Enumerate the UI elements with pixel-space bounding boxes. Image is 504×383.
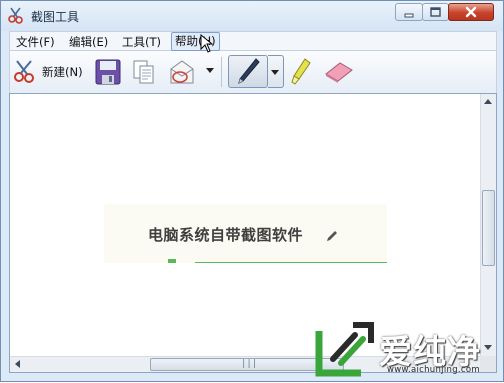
site-watermark: 爱纯净 www.aichunjing.com [307, 319, 504, 383]
new-snip-icon [14, 60, 34, 83]
menu-bar: 文件(F) 编辑(E) 工具(T) 帮助(H) [9, 31, 497, 51]
new-snip-label: 新建(N) [42, 65, 83, 79]
snipping-tool-window: 截图工具 文件(F) 编辑(E) 工具(T) 帮助(H) 新建(N) 电脑系统自… [0, 0, 504, 382]
eraser-icon[interactable] [322, 60, 356, 84]
maximize-icon [430, 7, 441, 17]
pen-dropdown-button[interactable] [268, 55, 284, 88]
maximize-button[interactable] [422, 3, 449, 21]
scroll-left-icon[interactable] [15, 360, 21, 369]
vertical-scrollbar[interactable] [480, 94, 496, 356]
toolbar: 新建(N) [9, 51, 497, 93]
watermark-logo [315, 322, 374, 377]
close-icon [465, 6, 477, 18]
menu-file[interactable]: 文件(F) [16, 34, 55, 50]
minimize-icon [404, 13, 414, 18]
highlighter-icon[interactable] [290, 57, 312, 87]
scissors-app-icon [8, 7, 23, 24]
chevron-down-icon [271, 70, 279, 75]
vertical-scroll-thumb[interactable] [482, 190, 495, 266]
copy-icon[interactable] [131, 58, 157, 86]
banner-underline [195, 262, 387, 263]
scroll-up-icon[interactable] [484, 99, 493, 105]
menu-edit[interactable]: 编辑(E) [69, 34, 108, 50]
banner-text: 电脑系统自带截图软件 [148, 226, 304, 244]
snip-canvas[interactable]: 电脑系统自带截图软件 [10, 94, 480, 356]
save-icon[interactable] [94, 58, 122, 86]
minimize-button[interactable] [395, 3, 423, 21]
title-bar[interactable]: 截图工具 [1, 1, 503, 31]
content-banner: 电脑系统自带截图软件 [104, 204, 387, 263]
send-icon[interactable] [168, 57, 196, 87]
toolbar-separator [221, 57, 222, 87]
banner-marker [168, 259, 176, 263]
watermark-url: www.aichunjing.com [387, 365, 480, 375]
close-button[interactable] [448, 3, 494, 21]
mouse-cursor-icon [200, 34, 214, 53]
edit-pencil-icon [327, 231, 337, 241]
pen-button[interactable] [228, 55, 268, 88]
new-snip-button[interactable]: 新建(N) [12, 59, 86, 85]
scroll-grip-icon: ||| [241, 359, 258, 369]
menu-tools[interactable]: 工具(T) [122, 34, 161, 50]
send-dropdown-icon[interactable] [206, 67, 215, 75]
pen-icon [238, 58, 260, 84]
window-title: 截图工具 [31, 10, 80, 24]
